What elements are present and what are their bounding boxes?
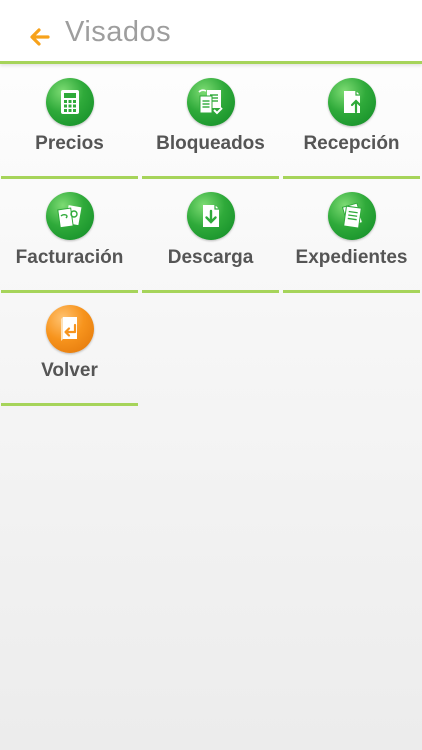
menu-item-label: Facturación <box>15 247 124 268</box>
menu-item-facturacion[interactable]: Facturación <box>0 181 139 293</box>
documents-lock-icon <box>186 78 235 126</box>
menu-item-precios[interactable]: Precios <box>0 67 139 179</box>
divider <box>283 176 420 179</box>
download-icon <box>186 192 235 240</box>
files-icon <box>327 192 376 240</box>
arrow-left-icon <box>30 28 50 46</box>
receive-document-icon <box>327 78 376 126</box>
divider <box>142 290 279 293</box>
menu-item-label: Volver <box>41 360 98 381</box>
menu-item-label: Recepción <box>303 133 400 154</box>
back-button[interactable] <box>22 20 56 54</box>
return-icon <box>45 305 94 353</box>
divider <box>1 403 138 406</box>
menu-item-label: Expedientes <box>295 247 408 268</box>
menu-item-recepcion[interactable]: Recepción <box>282 67 421 179</box>
invoice-icon <box>45 192 94 240</box>
menu-item-label: Bloqueados <box>156 133 265 154</box>
menu-item-bloqueados[interactable]: Bloqueados <box>141 67 280 179</box>
app-header: Visados <box>0 0 422 64</box>
menu-item-label: Precios <box>35 133 104 154</box>
divider <box>283 290 420 293</box>
menu-item-volver[interactable]: Volver <box>0 294 139 406</box>
divider <box>1 290 138 293</box>
menu-item-label: Descarga <box>167 247 254 268</box>
calculator-icon <box>45 78 94 126</box>
page-title: Visados <box>65 16 172 48</box>
divider <box>142 176 279 179</box>
menu-item-expedientes[interactable]: Expedientes <box>282 181 421 293</box>
divider <box>1 176 138 179</box>
menu-item-descarga[interactable]: Descarga <box>141 181 280 293</box>
